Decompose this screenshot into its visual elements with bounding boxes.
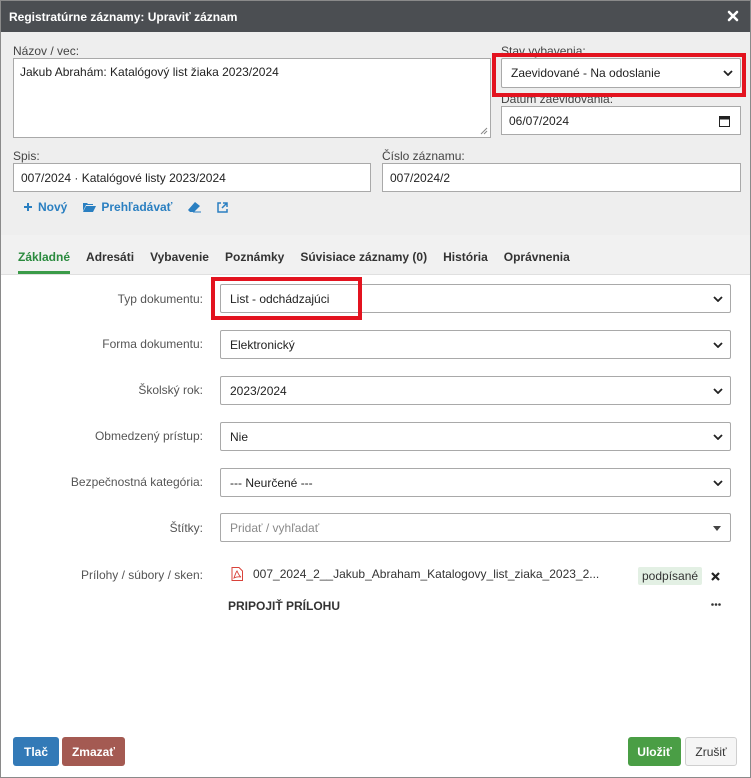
date-label: Dátum zaevidovania: bbox=[501, 92, 614, 106]
chevron-down-icon bbox=[713, 479, 723, 486]
attachment-row[interactable]: 007_2024_2__Jakub_Abraham_Katalogovy_lis… bbox=[231, 567, 599, 581]
eraser-icon bbox=[188, 201, 202, 212]
print-button[interactable]: Tlač bbox=[13, 737, 59, 766]
calendar-icon[interactable] bbox=[719, 115, 730, 127]
status-label: Stav vybavenia: bbox=[501, 44, 586, 58]
pristup-value: Nie bbox=[230, 429, 249, 444]
external-link-icon bbox=[217, 201, 229, 213]
prilohy-label: Prílohy / súbory / sken: bbox=[80, 568, 203, 582]
remove-attachment-icon[interactable] bbox=[711, 572, 720, 581]
dialog-title: Registratúrne záznamy: Upraviť záznam bbox=[9, 9, 238, 24]
close-icon[interactable] bbox=[726, 9, 740, 23]
kategoria-value: --- Neurčené --- bbox=[230, 475, 313, 490]
tab-vybavenie[interactable]: Vybavenie bbox=[142, 244, 217, 274]
attachment-file-name[interactable]: 007_2024_2__Jakub_Abraham_Katalogovy_lis… bbox=[253, 567, 599, 581]
delete-button[interactable]: Zmazať bbox=[62, 737, 125, 766]
stitky-label: Štítky: bbox=[169, 521, 203, 535]
forma-select[interactable]: Elektronický bbox=[220, 330, 731, 359]
new-spis-label: Nový bbox=[38, 200, 68, 214]
browse-spis-link[interactable]: Prehľadávať bbox=[83, 200, 172, 214]
cislo-input[interactable]: 007/2024/2 bbox=[382, 163, 741, 192]
chevron-down-icon bbox=[713, 341, 723, 348]
spis-actions: Nový Prehľadávať bbox=[23, 200, 229, 214]
tab-zakladne[interactable]: Základné bbox=[10, 244, 78, 274]
tab-opravnenia[interactable]: Oprávnenia bbox=[496, 244, 578, 274]
date-input[interactable]: 06/07/2024 bbox=[501, 106, 741, 135]
chevron-down-icon bbox=[713, 295, 723, 302]
spis-input[interactable]: 007/2024 · Katalógové listy 2023/2024 bbox=[13, 163, 371, 192]
dialog-titlebar: Registratúrne záznamy: Upraviť záznam bbox=[1, 1, 750, 32]
record-tabs: Základné Adresáti Vybavenie Poznámky Súv… bbox=[1, 235, 750, 275]
cancel-button[interactable]: Zrušiť bbox=[685, 737, 737, 766]
name-value: Jakub Abrahám: Katalógový list žiaka 202… bbox=[20, 65, 279, 79]
pristup-select[interactable]: Nie bbox=[220, 422, 731, 451]
status-value: Zaevidované - Na odoslanie bbox=[511, 66, 661, 80]
typ-select[interactable]: List - odchádzajúci bbox=[220, 284, 731, 313]
chevron-down-icon bbox=[723, 70, 733, 76]
tab-suvisiace-zaznamy[interactable]: Súvisiace záznamy (0) bbox=[292, 244, 435, 274]
browse-spis-label: Prehľadávať bbox=[101, 200, 173, 214]
save-button[interactable]: Uložiť bbox=[628, 737, 681, 766]
name-label: Názov / vec: bbox=[13, 44, 80, 58]
pdf-file-icon bbox=[231, 567, 243, 581]
caret-down-icon bbox=[713, 526, 721, 531]
new-spis-link[interactable]: Nový bbox=[23, 200, 67, 214]
plus-icon bbox=[24, 203, 32, 211]
open-spis-link[interactable] bbox=[217, 200, 229, 214]
cislo-label: Číslo záznamu: bbox=[382, 149, 465, 163]
spis-value: 007/2024 · Katalógové listy 2023/2024 bbox=[21, 170, 226, 185]
more-options-icon[interactable] bbox=[711, 603, 721, 606]
edit-record-dialog: Registratúrne záznamy: Upraviť záznam Ná… bbox=[0, 0, 751, 778]
typ-label: Typ dokumentu: bbox=[117, 292, 203, 306]
attach-file-button[interactable]: PRIPOJIŤ PRÍLOHU bbox=[228, 599, 340, 613]
folder-open-icon bbox=[83, 203, 97, 212]
typ-value: List - odchádzajúci bbox=[230, 291, 330, 306]
tab-poznamky[interactable]: Poznámky bbox=[217, 244, 292, 274]
tab-historia[interactable]: História bbox=[435, 244, 496, 274]
chevron-down-icon bbox=[713, 387, 723, 394]
cislo-value: 007/2024/2 bbox=[390, 170, 451, 185]
date-value: 06/07/2024 bbox=[509, 113, 570, 128]
clear-spis-link[interactable] bbox=[188, 200, 202, 214]
stitky-placeholder: Pridať / vyhľadať bbox=[230, 520, 320, 535]
kategoria-select[interactable]: --- Neurčené --- bbox=[220, 468, 731, 497]
kategoria-label: Bezpečnostná kategória: bbox=[70, 475, 203, 489]
resize-handle-icon[interactable] bbox=[480, 127, 488, 135]
spis-label: Spis: bbox=[13, 149, 40, 163]
chevron-down-icon bbox=[713, 433, 723, 440]
forma-label: Forma dokumentu: bbox=[102, 337, 203, 351]
rok-select[interactable]: 2023/2024 bbox=[220, 376, 731, 405]
tab-adresati[interactable]: Adresáti bbox=[78, 244, 142, 274]
status-select[interactable]: Zaevidované - Na odoslanie bbox=[501, 58, 741, 88]
stitky-input[interactable]: Pridať / vyhľadať bbox=[220, 513, 731, 542]
signed-badge: podpísané bbox=[638, 567, 703, 585]
rok-value: 2023/2024 bbox=[230, 383, 287, 398]
pristup-label: Obmedzený prístup: bbox=[94, 429, 203, 443]
rok-label: Školský rok: bbox=[138, 383, 203, 397]
name-textarea[interactable]: Jakub Abrahám: Katalógový list žiaka 202… bbox=[13, 58, 491, 138]
forma-value: Elektronický bbox=[230, 337, 295, 352]
